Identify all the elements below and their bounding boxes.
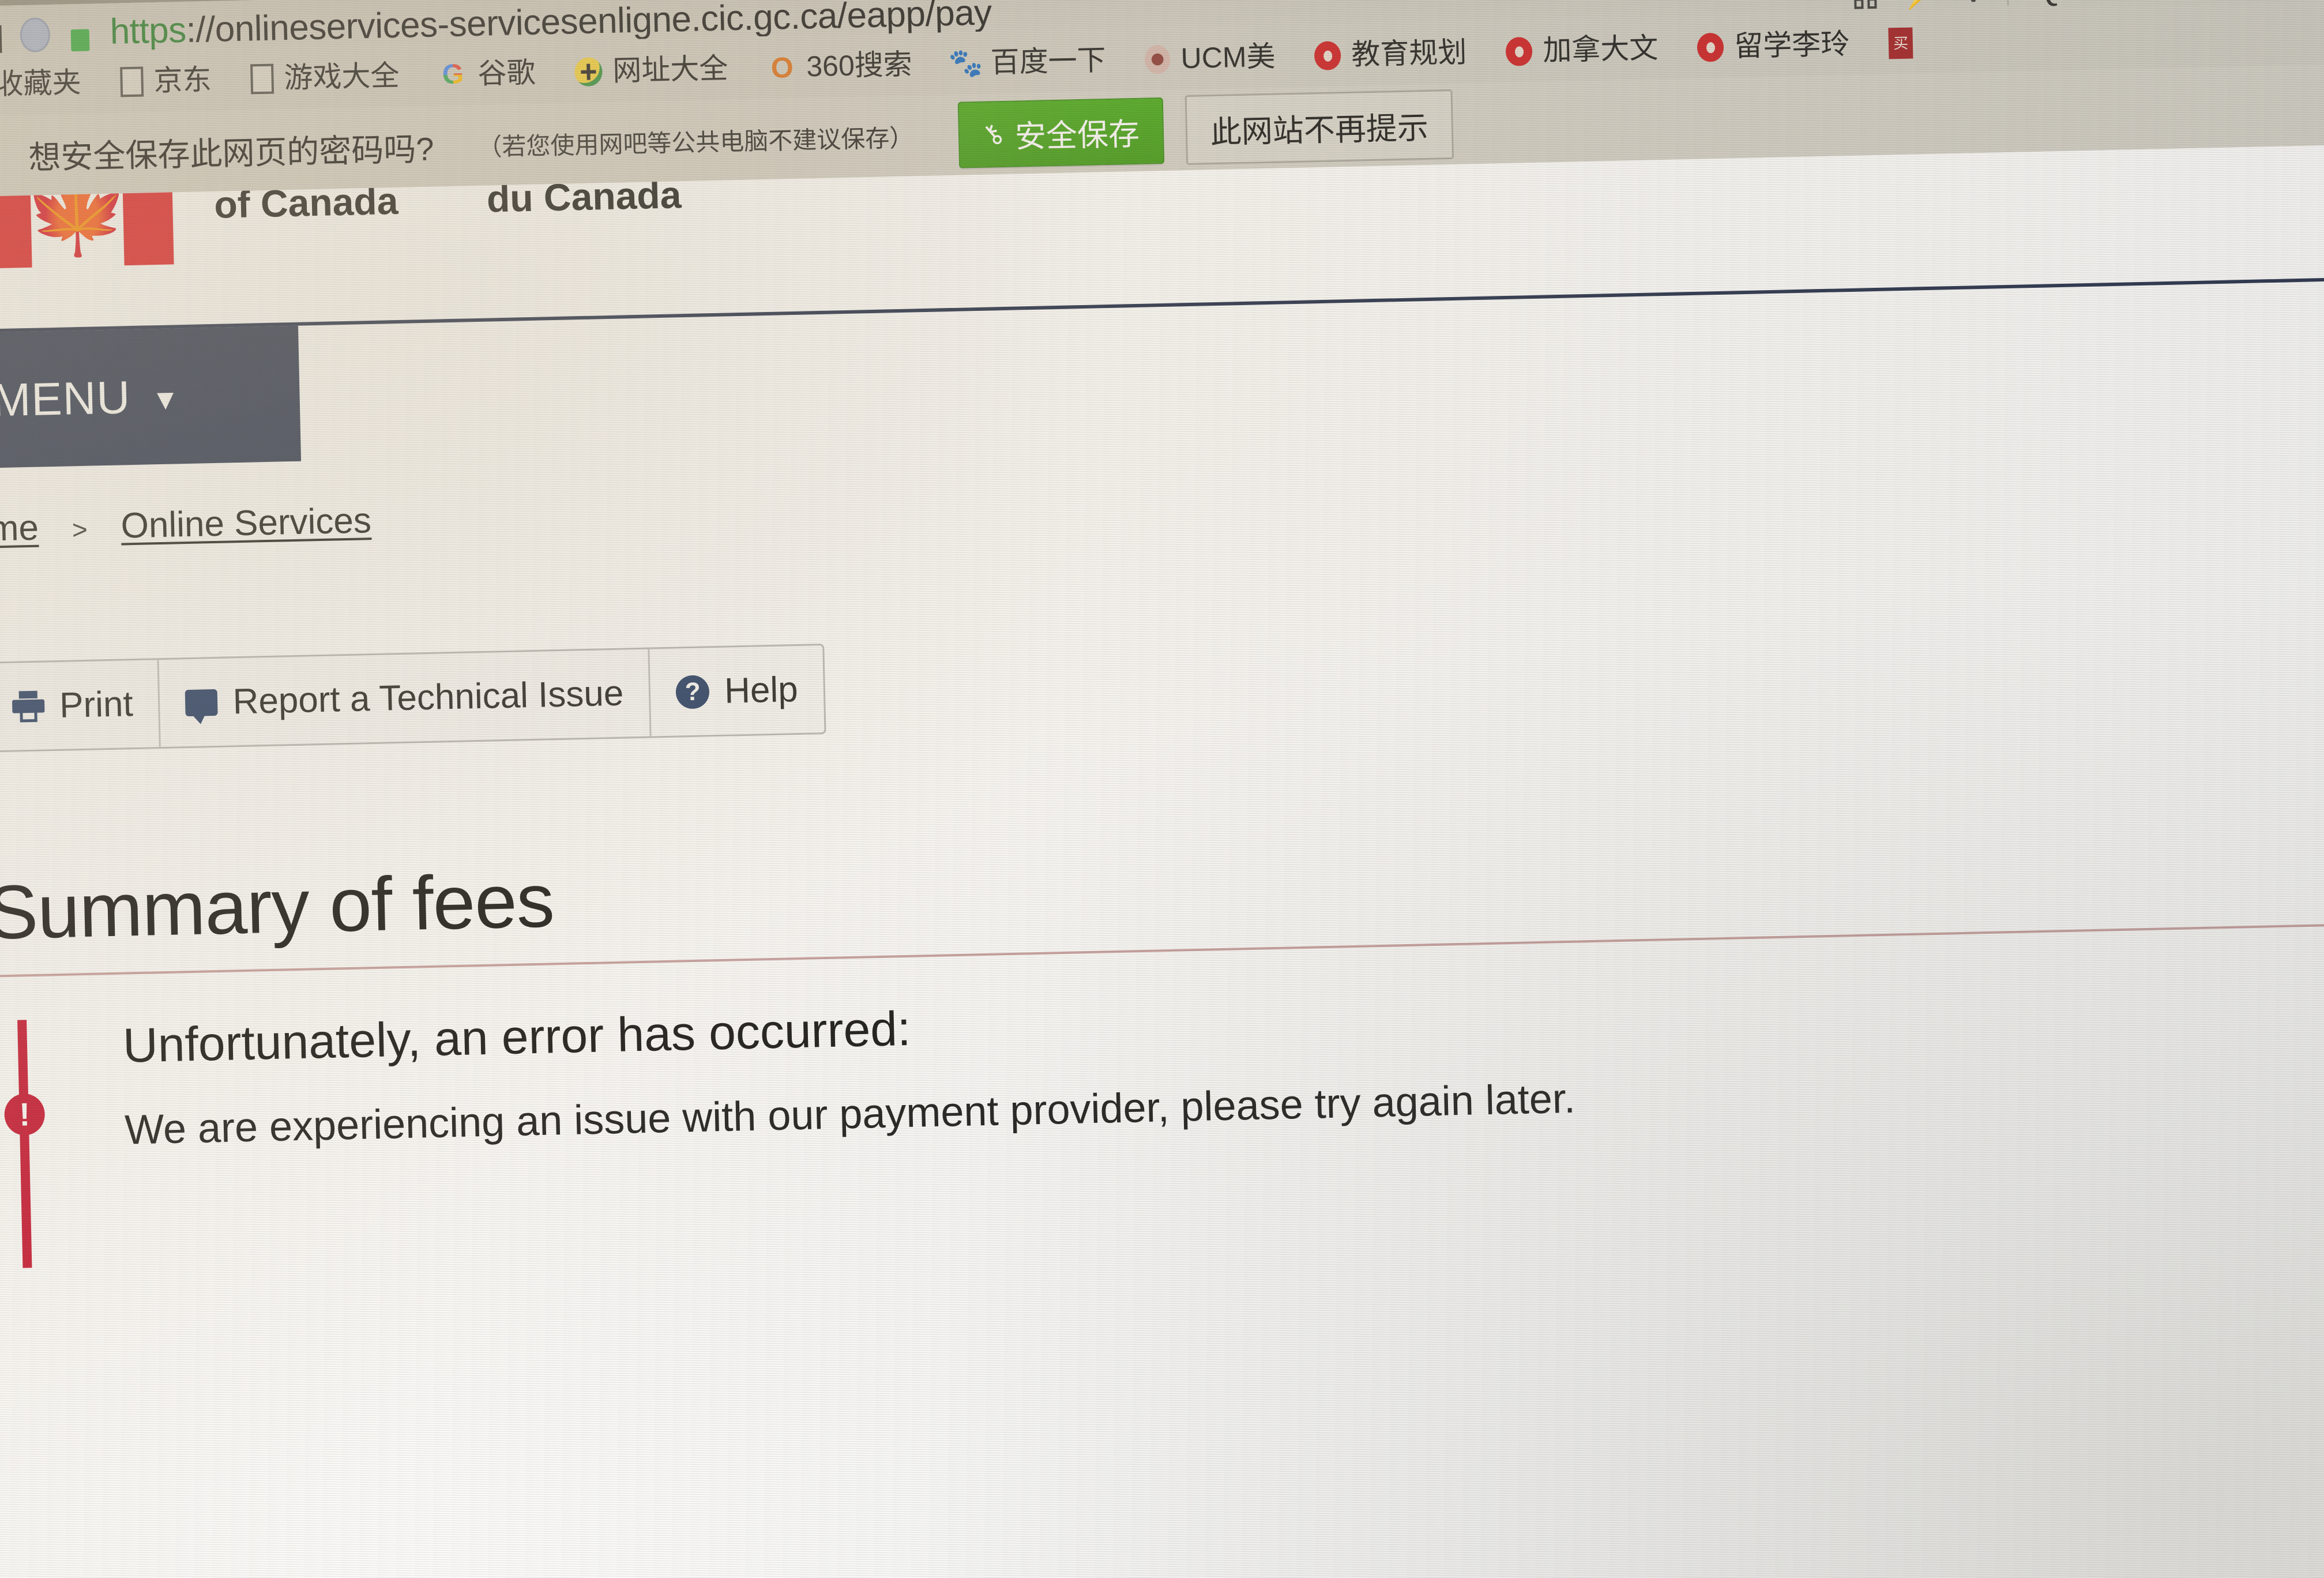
wordmark-english: Government of Canada [213, 145, 439, 226]
error-message: We are experiencing an issue with our pa… [124, 1075, 1576, 1154]
bookmark-item[interactable]: G 谷歌 [419, 57, 555, 91]
printer-icon [12, 690, 45, 722]
google-icon: G [438, 59, 468, 91]
lightning-bolt-icon[interactable]: ⚡ [1899, 0, 1940, 10]
bookmark-label: 谷歌 [477, 56, 536, 90]
breadcrumb-separator: > [72, 514, 88, 545]
chevron-down-icon: ▾ [156, 379, 175, 418]
page-icon [120, 66, 144, 97]
breadcrumb-home-link[interactable]: Home [0, 508, 39, 551]
bookmark-label: 网址大全 [612, 52, 728, 87]
error-exclamation-icon: ! [3, 1093, 46, 1136]
browser-nav-icon[interactable] [0, 18, 6, 54]
bookmark-item[interactable]: 加拿大文 [1486, 32, 1678, 67]
bookmark-item[interactable]: 教育规划 [1295, 36, 1487, 72]
baidu-paw-icon: 🐾 [948, 47, 984, 79]
speech-bubble-icon [185, 689, 219, 716]
page-icon [250, 63, 274, 95]
red-pin-icon [1314, 41, 1342, 71]
never-save-button[interactable]: 此网站不再提示 [1184, 89, 1454, 165]
bookmark-item[interactable]: 🐾 百度一下 [931, 44, 1126, 80]
wordmark-french: Gouvernement du Canada [486, 145, 755, 220]
bookmark-label: 教育规划 [1351, 36, 1468, 71]
help-label: Help [724, 669, 799, 711]
page-toolbar: Print Report a Technical Issue ? Help [0, 643, 826, 753]
bookmark-label: 加拿大文 [1542, 32, 1659, 67]
bookmark-label: 收藏夹 [0, 66, 82, 101]
error-alert: ! Unfortunately, an error has occurred: … [0, 969, 2324, 1269]
save-password-label: 安全保存 [1014, 117, 1140, 155]
key-icon: ⚷ [975, 116, 1010, 152]
bookmark-label: 360搜索 [806, 48, 913, 83]
screen-surface: https://onlineservices-servicesenligne.c… [0, 0, 2324, 1578]
menu-button[interactable]: MENU ▾ [0, 325, 302, 469]
error-accent-bar [17, 1020, 32, 1268]
password-bar-question: 想安全保存此网页的密码吗? [28, 130, 435, 176]
photographed-screen: https://onlineservices-servicesenligne.c… [0, 0, 2324, 1578]
error-title: Unfortunately, an error has occurred: [122, 1001, 912, 1073]
question-mark-icon: ? [675, 674, 710, 709]
stop-icon [0, 25, 2, 54]
red-square-icon: 买 [1888, 27, 1913, 59]
help-button[interactable]: ? Help [650, 645, 825, 736]
bookmark-label: 游戏大全 [283, 59, 400, 95]
menu-button-label: MENU [0, 371, 131, 426]
save-password-button[interactable]: ⚷ 安全保存 [957, 97, 1165, 168]
plus-circle-icon [574, 57, 603, 87]
shield-icon[interactable] [20, 17, 51, 53]
breadcrumb-online-services-link[interactable]: Online Services [121, 500, 372, 546]
password-bar-note: （若您使用网吧等公共电脑不建议保存） [477, 123, 914, 161]
bookmark-item[interactable]: 留学李玲 [1678, 28, 1870, 63]
print-label: Print [59, 684, 134, 726]
chevron-down-icon[interactable]: ∨ [1962, 0, 1984, 9]
report-label: Report a Technical Issue [232, 673, 625, 722]
ucm-icon [1145, 44, 1171, 74]
bookmark-item[interactable]: UCM美 [1125, 40, 1295, 76]
bookmark-item[interactable]: 买 [1869, 27, 1933, 59]
page-content: 🍁 Government of Canada Gouvernement du C… [0, 145, 2324, 1578]
bookmark-item[interactable]: 收藏夹 [0, 66, 101, 101]
search-icon: Q [2033, 0, 2062, 7]
report-technical-issue-button[interactable]: Report a Technical Issue [159, 649, 652, 747]
bookmark-label: 百度一下 [990, 44, 1107, 79]
print-button[interactable]: Print [0, 660, 161, 751]
bookmark-label: 留学李玲 [1733, 27, 1850, 63]
apps-grid-icon[interactable] [1853, 0, 1877, 9]
bookmark-label: 京东 [153, 63, 212, 97]
bookmark-item[interactable]: 游戏大全 [231, 59, 419, 95]
lock-icon [65, 16, 95, 52]
bookmark-item[interactable]: O 360搜索 [747, 48, 932, 84]
q360-icon: O [770, 51, 793, 84]
red-pin-icon [1697, 32, 1724, 62]
bookmark-item[interactable]: 京东 [100, 63, 231, 98]
red-pin-icon [1505, 36, 1533, 66]
bookmark-label: UCM美 [1180, 40, 1276, 75]
bookmark-item[interactable]: 网址大全 [555, 52, 748, 88]
